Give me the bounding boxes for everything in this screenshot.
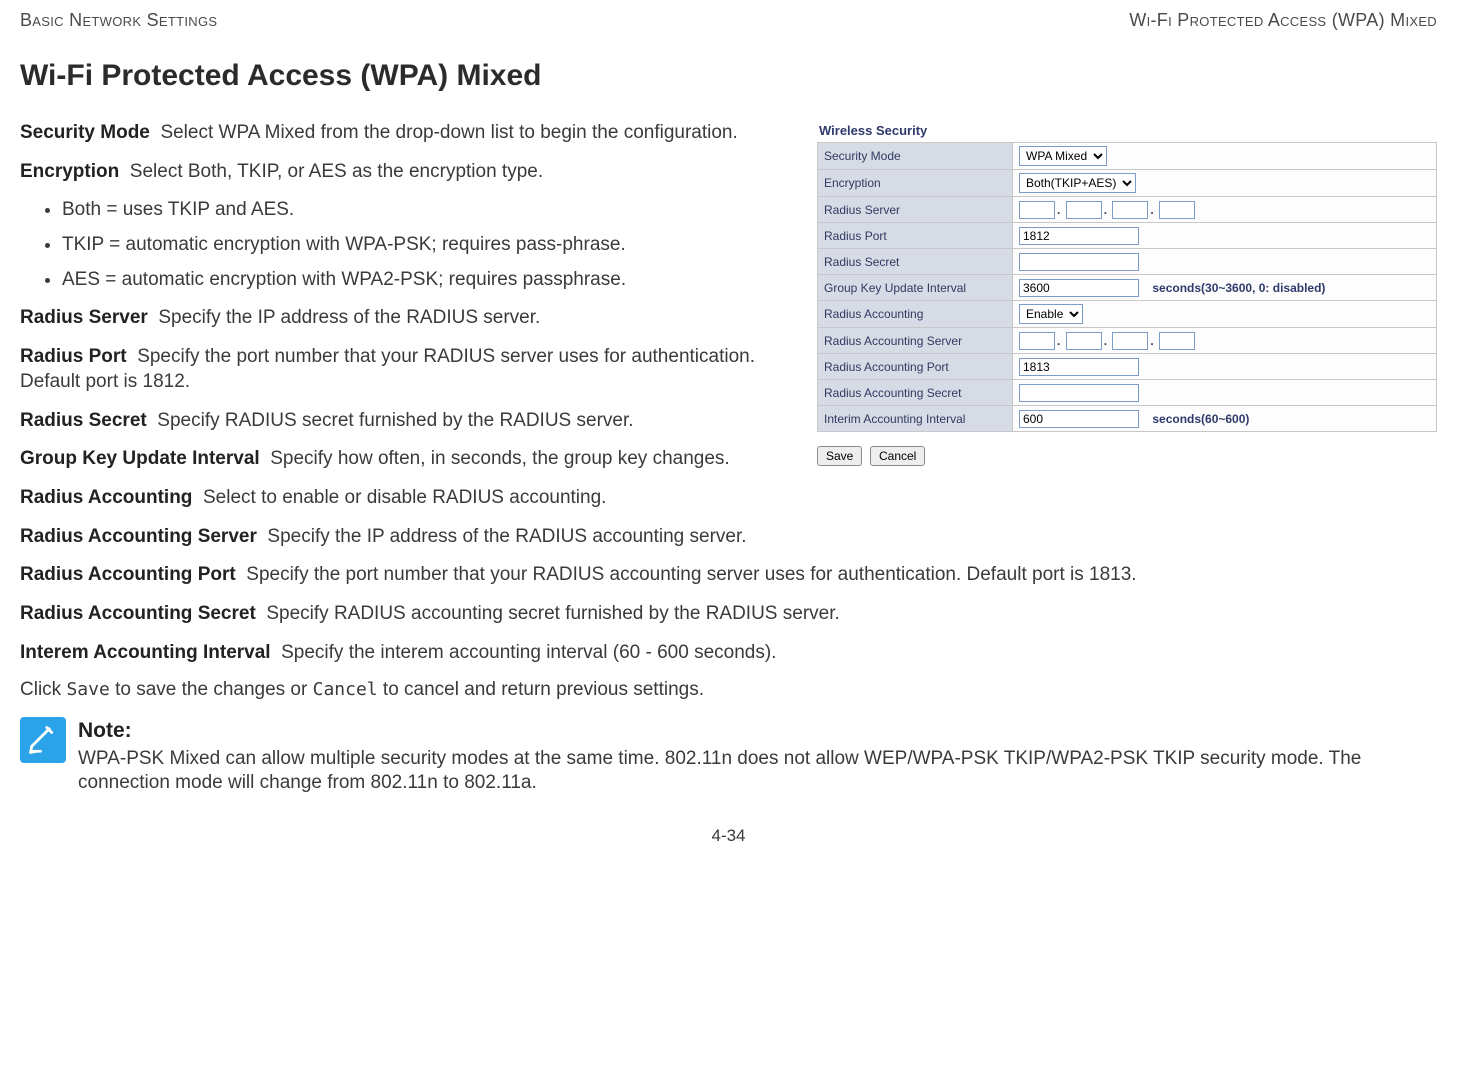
term-radius-acct: Radius Accounting: [20, 487, 192, 508]
text-security-mode: Select WPA Mixed from the drop-down list…: [160, 122, 737, 143]
term-radius-acct-port: Radius Accounting Port: [20, 564, 236, 585]
note-icon: [20, 717, 66, 763]
text-radius-acct-port: Specify the port number that your RADIUS…: [246, 564, 1136, 585]
page-title: Wi-Fi Protected Access (WPA) Mixed: [20, 59, 1437, 93]
main-content: Wireless Security Security Mode WPA Mixe…: [20, 121, 1437, 796]
text-radius-acct-secret: Specify RADIUS accounting secret furnish…: [266, 603, 839, 624]
wireless-security-panel: Wireless Security Security Mode WPA Mixe…: [817, 121, 1437, 466]
cancel-button[interactable]: Cancel: [870, 446, 925, 466]
hint-interim-interval: seconds(60~600): [1152, 412, 1249, 426]
row-radius-port: Radius Port: [818, 223, 1437, 249]
input-radius-acct-server-4[interactable]: [1159, 332, 1195, 350]
page-number: 4-34: [20, 826, 1437, 846]
save-cancel-line: Click Save to save the changes or Cancel…: [20, 679, 1437, 701]
text-radius-port: Specify the port number that your RADIUS…: [20, 346, 755, 392]
row-encryption: Encryption Both(TKIP+AES): [818, 170, 1437, 197]
term-radius-secret: Radius Secret: [20, 410, 147, 431]
note-title: Note:: [78, 717, 1437, 744]
label-security-mode: Security Mode: [818, 143, 1013, 170]
select-encryption[interactable]: Both(TKIP+AES): [1019, 173, 1136, 193]
panel-button-row: Save Cancel: [817, 446, 1437, 466]
label-radius-secret: Radius Secret: [818, 249, 1013, 275]
input-radius-acct-secret[interactable]: [1019, 384, 1139, 402]
label-radius-acct-secret: Radius Accounting Secret: [818, 380, 1013, 406]
text-encryption: Select Both, TKIP, or AES as the encrypt…: [130, 161, 543, 182]
save-button[interactable]: Save: [817, 446, 862, 466]
row-radius-acct-port: Radius Accounting Port: [818, 354, 1437, 380]
row-radius-acct-server: Radius Accounting Server . . .: [818, 328, 1437, 354]
input-radius-server-1[interactable]: [1019, 201, 1055, 219]
label-group-key: Group Key Update Interval: [818, 275, 1013, 301]
hint-group-key: seconds(30~3600, 0: disabled): [1152, 281, 1325, 295]
save-line-mid: to save the changes or: [110, 679, 313, 700]
header-right: Wi-Fi Protected Access (WPA) Mixed: [1129, 10, 1437, 31]
note-text: WPA-PSK Mixed can allow multiple securit…: [78, 747, 1437, 796]
input-radius-acct-port[interactable]: [1019, 358, 1139, 376]
input-radius-port[interactable]: [1019, 227, 1139, 245]
term-radius-port: Radius Port: [20, 346, 127, 367]
save-line-cancel: Cancel: [313, 679, 378, 700]
input-radius-acct-server-2[interactable]: [1066, 332, 1102, 350]
header-left: Basic Network Settings: [20, 10, 217, 31]
input-radius-server-3[interactable]: [1112, 201, 1148, 219]
label-interim-interval: Interim Accounting Interval: [818, 406, 1013, 432]
label-radius-server: Radius Server: [818, 197, 1013, 223]
def-radius-acct: Radius Accounting Select to enable or di…: [20, 486, 1437, 511]
def-radius-acct-server: Radius Accounting Server Specify the IP …: [20, 525, 1437, 550]
text-radius-acct-server: Specify the IP address of the RADIUS acc…: [267, 526, 746, 547]
term-interem: Interem Accounting Interval: [20, 642, 271, 663]
label-radius-port: Radius Port: [818, 223, 1013, 249]
def-interem: Interem Accounting Interval Specify the …: [20, 641, 1437, 666]
page-header: Basic Network Settings Wi-Fi Protected A…: [20, 10, 1437, 31]
label-encryption: Encryption: [818, 170, 1013, 197]
select-radius-accounting[interactable]: Enable: [1019, 304, 1083, 324]
row-security-mode: Security Mode WPA Mixed: [818, 143, 1437, 170]
panel-heading: Wireless Security: [817, 121, 1437, 142]
term-radius-server: Radius Server: [20, 307, 148, 328]
input-radius-server-2[interactable]: [1066, 201, 1102, 219]
input-group-key[interactable]: [1019, 279, 1139, 297]
term-encryption: Encryption: [20, 161, 119, 182]
row-radius-secret: Radius Secret: [818, 249, 1437, 275]
select-security-mode[interactable]: WPA Mixed: [1019, 146, 1107, 166]
row-radius-acct-secret: Radius Accounting Secret: [818, 380, 1437, 406]
text-radius-secret: Specify RADIUS secret furnished by the R…: [157, 410, 633, 431]
input-radius-acct-server-1[interactable]: [1019, 332, 1055, 350]
note-body: Note: WPA-PSK Mixed can allow multiple s…: [78, 717, 1437, 796]
text-radius-server: Specify the IP address of the RADIUS ser…: [158, 307, 540, 328]
term-group-key: Group Key Update Interval: [20, 448, 260, 469]
row-group-key: Group Key Update Interval seconds(30~360…: [818, 275, 1437, 301]
save-line-suffix: to cancel and return previous settings.: [378, 679, 704, 700]
label-radius-acct-port: Radius Accounting Port: [818, 354, 1013, 380]
row-interim-interval: Interim Accounting Interval seconds(60~6…: [818, 406, 1437, 432]
input-radius-acct-server-3[interactable]: [1112, 332, 1148, 350]
term-radius-acct-server: Radius Accounting Server: [20, 526, 257, 547]
def-radius-acct-port: Radius Accounting Port Specify the port …: [20, 563, 1437, 588]
save-line-prefix: Click: [20, 679, 66, 700]
input-interim-interval[interactable]: [1019, 410, 1139, 428]
label-radius-acct-server: Radius Accounting Server: [818, 328, 1013, 354]
panel-table: Security Mode WPA Mixed Encryption Both(…: [817, 142, 1437, 432]
row-radius-accounting: Radius Accounting Enable: [818, 301, 1437, 328]
term-security-mode: Security Mode: [20, 122, 150, 143]
text-radius-acct: Select to enable or disable RADIUS accou…: [203, 487, 606, 508]
save-line-save: Save: [66, 679, 109, 700]
input-radius-server-4[interactable]: [1159, 201, 1195, 219]
input-radius-secret[interactable]: [1019, 253, 1139, 271]
text-interem: Specify the interem accounting interval …: [281, 642, 776, 663]
note-box: Note: WPA-PSK Mixed can allow multiple s…: [20, 717, 1437, 796]
term-radius-acct-secret: Radius Accounting Secret: [20, 603, 256, 624]
def-radius-acct-secret: Radius Accounting Secret Specify RADIUS …: [20, 602, 1437, 627]
row-radius-server: Radius Server . . .: [818, 197, 1437, 223]
text-group-key: Specify how often, in seconds, the group…: [270, 448, 729, 469]
label-radius-accounting: Radius Accounting: [818, 301, 1013, 328]
